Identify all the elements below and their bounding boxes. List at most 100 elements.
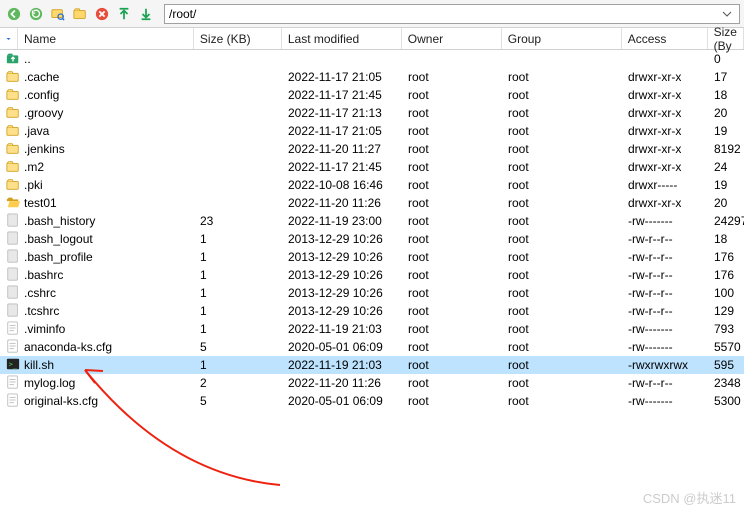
file-modified: 2022-11-19 23:00 bbox=[282, 214, 402, 228]
col-name[interactable]: Name bbox=[18, 28, 194, 49]
table-row[interactable]: .java2022-11-17 21:05rootrootdrwxr-xr-x1… bbox=[0, 122, 744, 140]
file-size-kb: 1 bbox=[194, 286, 282, 300]
txt-icon bbox=[6, 321, 20, 338]
path-input[interactable] bbox=[169, 7, 719, 21]
file-size-kb: 1 bbox=[194, 232, 282, 246]
download-button[interactable] bbox=[136, 4, 156, 24]
file-group: root bbox=[502, 358, 622, 372]
file-group: root bbox=[502, 232, 622, 246]
back-button[interactable] bbox=[4, 4, 24, 24]
file-modified: 2022-11-19 21:03 bbox=[282, 322, 402, 336]
path-dropdown[interactable] bbox=[719, 9, 735, 19]
new-folder-button[interactable] bbox=[70, 4, 90, 24]
file-owner: root bbox=[402, 178, 502, 192]
file-modified: 2020-05-01 06:09 bbox=[282, 340, 402, 354]
table-row[interactable]: test012022-11-20 11:26rootrootdrwxr-xr-x… bbox=[0, 194, 744, 212]
table-row[interactable]: original-ks.cfg52020-05-01 06:09rootroot… bbox=[0, 392, 744, 410]
file-access: drwxr-xr-x bbox=[622, 106, 708, 120]
file-owner: root bbox=[402, 358, 502, 372]
file-owner: root bbox=[402, 124, 502, 138]
table-row[interactable]: .cshrc12013-12-29 10:26rootroot-rw-r--r-… bbox=[0, 284, 744, 302]
file-owner: root bbox=[402, 196, 502, 210]
file-owner: root bbox=[402, 322, 502, 336]
folder-icon bbox=[6, 177, 20, 194]
file-name: mylog.log bbox=[24, 376, 75, 390]
file-name: .java bbox=[24, 124, 49, 138]
table-row[interactable]: .groovy2022-11-17 21:13rootrootdrwxr-xr-… bbox=[0, 104, 744, 122]
file-access: -rwxrwxrwx bbox=[622, 358, 708, 372]
table-row[interactable]: anaconda-ks.cfg52020-05-01 06:09rootroot… bbox=[0, 338, 744, 356]
file-name: .groovy bbox=[24, 106, 63, 120]
file-name: .jenkins bbox=[24, 142, 65, 156]
watermark: CSDN @执迷11 bbox=[643, 488, 736, 507]
table-row[interactable]: .cache2022-11-17 21:05rootrootdrwxr-xr-x… bbox=[0, 68, 744, 86]
txt-icon bbox=[6, 339, 20, 356]
file-group: root bbox=[502, 268, 622, 282]
file-name: .viminfo bbox=[24, 322, 65, 336]
file-access: -rw-r--r-- bbox=[622, 286, 708, 300]
col-group[interactable]: Group bbox=[502, 28, 622, 49]
table-row[interactable]: >_kill.sh12022-11-19 21:03rootroot-rwxrw… bbox=[0, 356, 744, 374]
file-access: drwxr-xr-x bbox=[622, 142, 708, 156]
file-icon bbox=[6, 267, 20, 284]
file-group: root bbox=[502, 106, 622, 120]
file-group: root bbox=[502, 214, 622, 228]
file-access: drwxr----- bbox=[622, 178, 708, 192]
file-name: .bash_history bbox=[24, 214, 95, 228]
file-size-kb: 2 bbox=[194, 376, 282, 390]
file-size-bytes: 793 bbox=[708, 322, 744, 336]
sort-toggle[interactable] bbox=[0, 28, 18, 49]
file-group: root bbox=[502, 88, 622, 102]
txt-icon bbox=[6, 393, 20, 410]
file-size-kb: 1 bbox=[194, 358, 282, 372]
file-access: -rw-r--r-- bbox=[622, 304, 708, 318]
table-row[interactable]: ..0 bbox=[0, 50, 744, 68]
file-modified: 2013-12-29 10:26 bbox=[282, 250, 402, 264]
table-row[interactable]: .jenkins2022-11-20 11:27rootrootdrwxr-xr… bbox=[0, 140, 744, 158]
file-name: anaconda-ks.cfg bbox=[24, 340, 112, 354]
file-modified: 2022-11-19 21:03 bbox=[282, 358, 402, 372]
table-row[interactable]: .m22022-11-17 21:45rootrootdrwxr-xr-x24 bbox=[0, 158, 744, 176]
col-owner[interactable]: Owner bbox=[402, 28, 502, 49]
table-row[interactable]: .bash_logout12013-12-29 10:26rootroot-rw… bbox=[0, 230, 744, 248]
table-row[interactable]: .bashrc12013-12-29 10:26rootroot-rw-r--r… bbox=[0, 266, 744, 284]
table-row[interactable]: .bash_profile12013-12-29 10:26rootroot-r… bbox=[0, 248, 744, 266]
col-modified[interactable]: Last modified bbox=[282, 28, 402, 49]
delete-button[interactable] bbox=[92, 4, 112, 24]
file-access: drwxr-xr-x bbox=[622, 160, 708, 174]
table-row[interactable]: .pki2022-10-08 16:46rootrootdrwxr-----19 bbox=[0, 176, 744, 194]
table-row[interactable]: .bash_history232022-11-19 23:00rootroot-… bbox=[0, 212, 744, 230]
up-icon bbox=[6, 51, 20, 68]
file-modified: 2022-11-17 21:13 bbox=[282, 106, 402, 120]
file-access: -rw-r--r-- bbox=[622, 268, 708, 282]
folder-icon bbox=[6, 141, 20, 158]
file-size-kb: 5 bbox=[194, 340, 282, 354]
file-owner: root bbox=[402, 160, 502, 174]
column-header: Name Size (KB) Last modified Owner Group… bbox=[0, 28, 744, 50]
find-button[interactable] bbox=[48, 4, 68, 24]
path-box bbox=[164, 4, 740, 24]
refresh-button[interactable] bbox=[26, 4, 46, 24]
col-size[interactable]: Size (KB) bbox=[194, 28, 282, 49]
file-group: root bbox=[502, 178, 622, 192]
file-modified: 2022-11-17 21:05 bbox=[282, 124, 402, 138]
file-modified: 2020-05-01 06:09 bbox=[282, 394, 402, 408]
col-access[interactable]: Access bbox=[622, 28, 708, 49]
upload-button[interactable] bbox=[114, 4, 134, 24]
file-size-bytes: 20 bbox=[708, 106, 744, 120]
col-size-bytes[interactable]: Size (By bbox=[708, 28, 744, 49]
file-modified: 2022-11-20 11:26 bbox=[282, 196, 402, 210]
table-row[interactable]: .config2022-11-17 21:45rootrootdrwxr-xr-… bbox=[0, 86, 744, 104]
file-modified: 2013-12-29 10:26 bbox=[282, 304, 402, 318]
file-size-bytes: 100 bbox=[708, 286, 744, 300]
file-modified: 2022-11-17 21:45 bbox=[282, 160, 402, 174]
file-size-bytes: 595 bbox=[708, 358, 744, 372]
table-row[interactable]: .viminfo12022-11-19 21:03rootroot-rw----… bbox=[0, 320, 744, 338]
file-size-bytes: 20 bbox=[708, 196, 744, 210]
file-owner: root bbox=[402, 286, 502, 300]
file-size-bytes: 5570 bbox=[708, 340, 744, 354]
table-row[interactable]: mylog.log22022-11-20 11:26rootroot-rw-r-… bbox=[0, 374, 744, 392]
table-row[interactable]: .tcshrc12013-12-29 10:26rootroot-rw-r--r… bbox=[0, 302, 744, 320]
file-owner: root bbox=[402, 88, 502, 102]
file-size-bytes: 18 bbox=[708, 232, 744, 246]
